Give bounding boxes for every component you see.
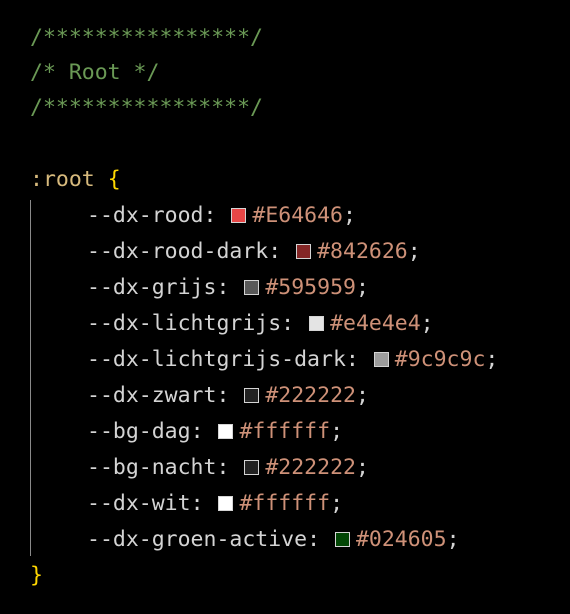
color-swatch-icon[interactable]: [218, 496, 234, 511]
declaration-line: --dx-rood: #E64646;: [87, 203, 356, 228]
color-swatch-icon[interactable]: [244, 280, 260, 295]
css-property: --dx-rood: [87, 203, 204, 228]
css-value: #222222: [265, 455, 356, 480]
css-property: --dx-groen-active: [87, 527, 308, 552]
css-property: --dx-lichtgrijs-dark: [87, 347, 346, 372]
color-swatch-icon[interactable]: [244, 388, 260, 403]
css-value: #842626: [317, 239, 408, 264]
rule-open-line: :root {: [30, 162, 121, 198]
css-value: #9c9c9c: [394, 347, 486, 372]
css-value: #e4e4e4: [330, 311, 421, 336]
css-value: #595959: [265, 275, 356, 300]
declaration-line: --dx-zwart: #222222;: [87, 383, 369, 408]
indent-guide: [30, 200, 31, 556]
css-value: #024605: [355, 527, 447, 552]
css-property: --dx-grijs: [87, 275, 217, 300]
code-editor[interactable]: /****************/ /* Root */ /*********…: [30, 0, 570, 614]
declaration-line: --dx-groen-active: #024605;: [87, 527, 460, 552]
css-property: --dx-rood-dark: [87, 239, 269, 264]
declaration-line: --bg-nacht: #222222;: [87, 455, 369, 480]
color-swatch-icon[interactable]: [334, 532, 350, 547]
css-property: --bg-dag: [87, 419, 191, 444]
css-selector: :root: [30, 167, 95, 192]
color-swatch-icon[interactable]: [218, 424, 234, 439]
css-value: #222222: [265, 383, 356, 408]
css-value: #ffffff: [239, 419, 331, 444]
comment-line: /****************/: [30, 25, 263, 50]
css-value: #E64646: [252, 203, 343, 228]
declaration-line: --dx-lichtgrijs: #e4e4e4;: [87, 311, 434, 336]
open-brace: {: [107, 167, 121, 192]
css-value: #ffffff: [239, 491, 331, 516]
color-swatch-icon[interactable]: [296, 244, 312, 259]
rule-close-line: }: [30, 558, 43, 594]
declaration-line: --dx-wit: #ffffff;: [87, 491, 344, 516]
color-swatch-icon[interactable]: [231, 208, 247, 223]
css-property: --bg-nacht: [87, 455, 217, 480]
declaration-line: --dx-grijs: #595959;: [87, 275, 369, 300]
css-property: --dx-zwart: [87, 383, 217, 408]
declaration-line: --bg-dag: #ffffff;: [87, 419, 344, 444]
comment-line: /****************/: [30, 95, 263, 120]
close-brace: }: [30, 563, 43, 588]
color-swatch-icon[interactable]: [309, 316, 325, 331]
css-property: --dx-lichtgrijs: [87, 311, 282, 336]
color-swatch-icon[interactable]: [244, 460, 260, 475]
color-swatch-icon[interactable]: [373, 352, 389, 367]
declaration-line: --dx-rood-dark: #842626;: [87, 239, 421, 264]
declaration-line: --dx-lichtgrijs-dark: #9c9c9c;: [87, 347, 499, 372]
css-property: --dx-wit: [87, 491, 191, 516]
comment-line: /* Root */: [30, 60, 160, 85]
